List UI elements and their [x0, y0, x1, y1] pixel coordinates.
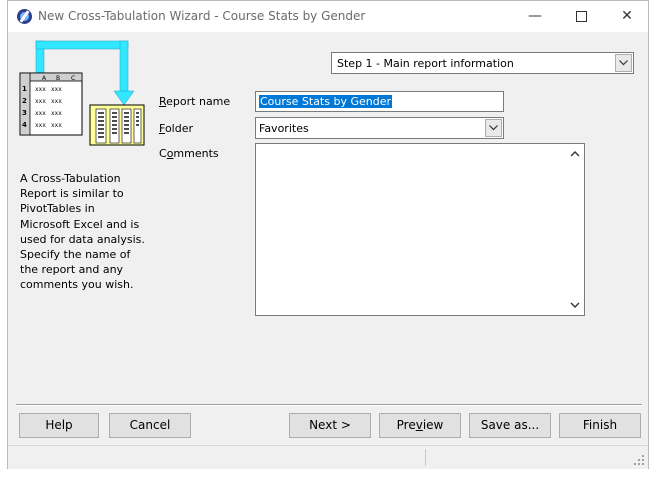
- cell: xxx: [35, 122, 46, 129]
- row-label: 1: [22, 85, 27, 93]
- resize-grip-icon[interactable]: [634, 455, 645, 466]
- scroll-up-icon[interactable]: [568, 148, 582, 160]
- minimize-button[interactable]: —: [512, 1, 558, 32]
- cell: xxx: [35, 98, 46, 105]
- status-bar: [8, 445, 648, 469]
- title-bar[interactable]: New Cross-Tabulation Wizard - Course Sta…: [8, 1, 648, 32]
- preview-button[interactable]: Preview: [379, 413, 461, 438]
- report-name-label-text: eport name: [166, 95, 231, 108]
- cell: xxx: [51, 86, 62, 93]
- save-as-button[interactable]: Save as...: [469, 413, 551, 438]
- status-divider: [425, 449, 426, 466]
- row-label: 2: [22, 97, 27, 105]
- wizard-window: New Cross-Tabulation Wizard - Course Sta…: [7, 0, 649, 469]
- cell: xxx: [51, 98, 62, 105]
- close-button[interactable]: ✕: [604, 1, 650, 32]
- comments-label-text: mments: [173, 147, 219, 160]
- maximize-button[interactable]: [558, 1, 604, 32]
- app-icon: [17, 9, 32, 24]
- finish-button[interactable]: Finish: [559, 413, 641, 438]
- report-name-value: Course Stats by Gender: [259, 95, 393, 108]
- folder-label: Folder: [159, 122, 193, 135]
- comments-label: Comments: [159, 147, 219, 160]
- row-label: 3: [22, 109, 27, 117]
- folder-dropdown-button[interactable]: [485, 119, 502, 137]
- maximize-icon: [575, 10, 587, 22]
- col-label: C: [71, 75, 75, 82]
- step-dropdown[interactable]: Step 1 - Main report information: [331, 52, 634, 74]
- chevron-down-icon: [489, 125, 498, 131]
- report-name-input[interactable]: Course Stats by Gender: [255, 91, 504, 112]
- folder-dropdown[interactable]: Favorites: [255, 117, 504, 139]
- cancel-button[interactable]: Cancel: [109, 413, 191, 438]
- row-label: 4: [22, 121, 27, 129]
- preview-label-pre: Pre: [396, 418, 416, 432]
- comments-label-pre: C: [159, 147, 167, 160]
- window-title: New Cross-Tabulation Wizard - Course Sta…: [38, 9, 366, 23]
- cell: xxx: [35, 86, 46, 93]
- report-name-label: Report name: [159, 95, 230, 108]
- preview-label-accel: v: [415, 418, 423, 432]
- chevron-down-icon: [619, 60, 628, 66]
- crosstab-illustration-icon: A B C 1 2 3 4 xxx xxx xxx xxx xxx xxx xx…: [19, 40, 145, 146]
- button-separator: [16, 404, 642, 406]
- col-label: B: [56, 75, 60, 82]
- step-dropdown-value: Step 1 - Main report information: [337, 57, 514, 70]
- help-button[interactable]: Help: [19, 413, 99, 438]
- step-dropdown-button[interactable]: [615, 54, 632, 72]
- folder-dropdown-value: Favorites: [259, 122, 309, 135]
- preview-label-post: iew: [422, 418, 444, 432]
- cell: xxx: [35, 110, 46, 117]
- wizard-description: A Cross-Tabulation Report is similar to …: [20, 172, 145, 292]
- scroll-down-icon[interactable]: [568, 299, 582, 311]
- comments-textarea[interactable]: [255, 143, 585, 316]
- next-button[interactable]: Next >: [289, 413, 371, 438]
- crosstab-grid-icon: [89, 104, 145, 146]
- cell: xxx: [51, 122, 62, 129]
- folder-label-text: older: [164, 122, 193, 135]
- cell: xxx: [51, 110, 62, 117]
- spreadsheet-icon: A B C 1 2 3 4 xxx xxx xxx xxx xxx xxx xx…: [19, 72, 83, 136]
